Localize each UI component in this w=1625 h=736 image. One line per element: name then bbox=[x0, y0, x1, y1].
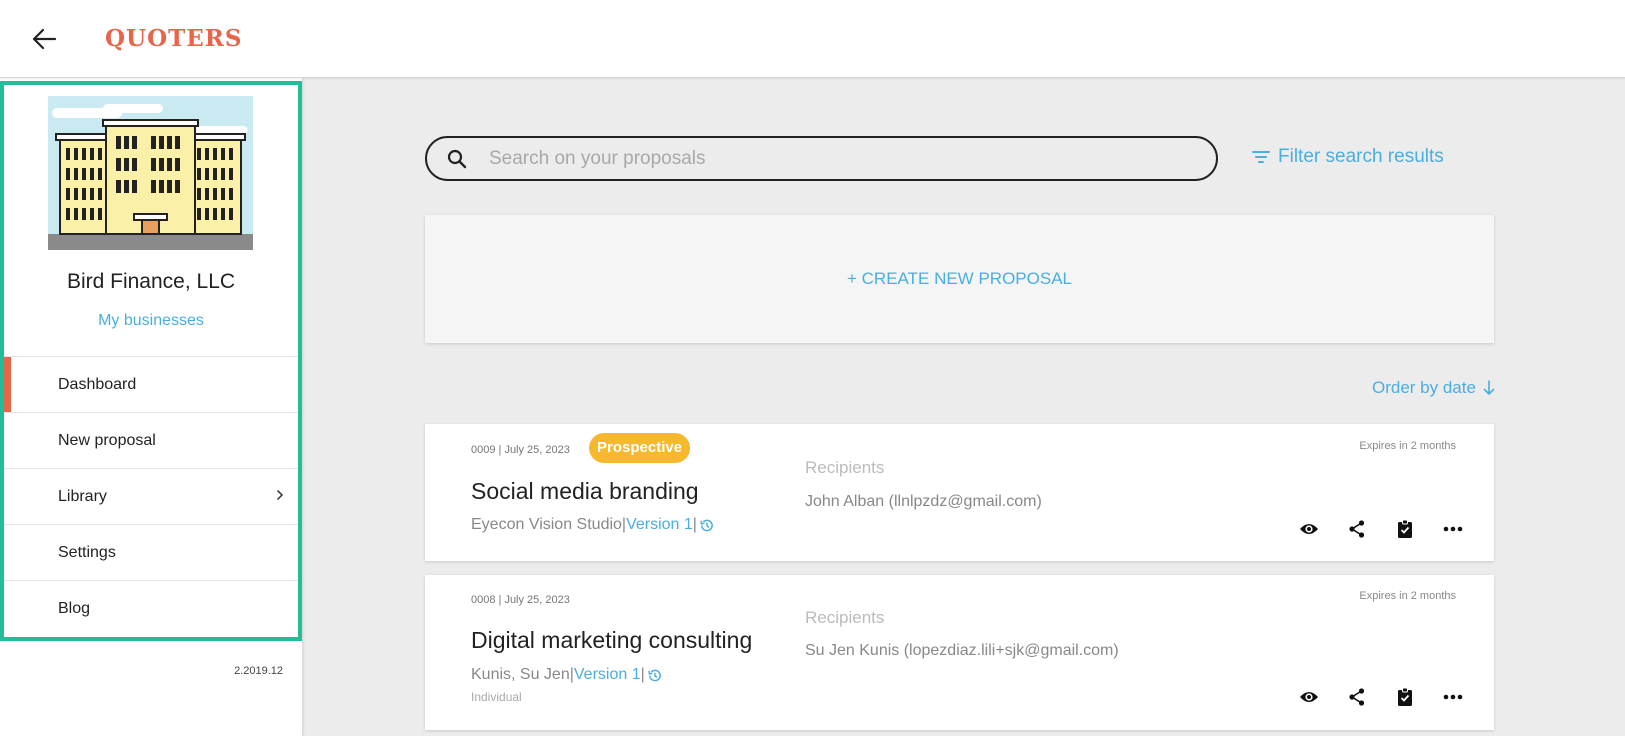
brand-logo[interactable]: QUOTERS bbox=[105, 25, 243, 52]
order-by-date-button[interactable]: Order by date bbox=[1372, 378, 1495, 398]
eye-icon bbox=[1300, 524, 1318, 534]
proposal-client-line: Eyecon Vision Studio | Version 1 | bbox=[471, 516, 714, 534]
business-logo-image bbox=[48, 96, 253, 250]
sidebar-item-label: Blog bbox=[58, 599, 91, 617]
back-button[interactable] bbox=[28, 25, 60, 53]
search-bar bbox=[425, 136, 1218, 181]
sidebar-item-dashboard[interactable]: Dashboard bbox=[4, 356, 298, 412]
arrow-left-icon bbox=[32, 28, 57, 50]
top-bar: QUOTERS bbox=[0, 0, 1625, 78]
expiry-text: Expires in 2 months bbox=[1359, 590, 1456, 602]
separator: | bbox=[640, 666, 645, 683]
proposal-client-line: Kunis, Su Jen | Version 1 | bbox=[471, 666, 662, 684]
sidebar-item-library[interactable]: Library bbox=[4, 468, 298, 524]
more-options-button[interactable] bbox=[1429, 694, 1477, 700]
search-icon bbox=[447, 149, 467, 168]
proposal-title[interactable]: Digital marketing consulting bbox=[471, 627, 752, 654]
sidebar-item-label: Library bbox=[58, 487, 107, 505]
more-horizontal-icon bbox=[1443, 526, 1463, 532]
expiry-text: Expires in 2 months bbox=[1359, 440, 1456, 452]
share-icon bbox=[1349, 520, 1365, 538]
client-name: Kunis, Su Jen bbox=[471, 666, 570, 683]
proposal-meta: 0009 | July 25, 2023 bbox=[471, 444, 570, 456]
sidebar-item-label: Dashboard bbox=[58, 375, 137, 393]
share-icon bbox=[1349, 688, 1365, 706]
filter-icon bbox=[1252, 151, 1270, 163]
order-label: Order by date bbox=[1372, 378, 1476, 397]
sidebar-nav: Dashboard New proposal Library Settings … bbox=[4, 356, 298, 636]
recipients-value: John Alban (llnlpzdz@gmail.com) bbox=[805, 493, 1042, 510]
view-button[interactable] bbox=[1285, 690, 1333, 704]
proposal-card[interactable]: 0009 | July 25, 2023 Prospective Social … bbox=[425, 424, 1494, 561]
filter-search-results-button[interactable]: Filter search results bbox=[1252, 146, 1444, 168]
arrow-down-icon bbox=[1483, 380, 1495, 395]
recipients-label: Recipients bbox=[805, 608, 885, 627]
proposal-card[interactable]: 0008 | July 25, 2023 Digital marketing c… bbox=[425, 575, 1494, 730]
sidebar-item-new-proposal[interactable]: New proposal bbox=[4, 412, 298, 468]
recipients-value: Su Jen Kunis (lopezdiaz.lili+sjk@gmail.c… bbox=[805, 642, 1119, 659]
create-new-proposal-button[interactable]: + CREATE NEW PROPOSAL bbox=[847, 269, 1072, 289]
search-input[interactable] bbox=[489, 147, 1189, 170]
client-type: Individual bbox=[471, 690, 522, 704]
share-button[interactable] bbox=[1333, 520, 1381, 538]
sidebar-item-label: New proposal bbox=[58, 431, 156, 449]
eye-icon bbox=[1300, 692, 1318, 702]
client-name: Eyecon Vision Studio bbox=[471, 516, 622, 533]
sidebar-item-label: Settings bbox=[58, 543, 116, 561]
history-button[interactable] bbox=[699, 518, 714, 533]
version-link[interactable]: Version 1 bbox=[574, 666, 641, 684]
history-icon bbox=[700, 519, 713, 531]
history-icon bbox=[648, 669, 661, 681]
create-proposal-panel: + CREATE NEW PROPOSAL bbox=[425, 215, 1494, 343]
my-businesses-link[interactable]: My businesses bbox=[0, 312, 302, 330]
mark-accepted-button[interactable] bbox=[1381, 688, 1429, 706]
history-button[interactable] bbox=[647, 668, 662, 683]
mark-accepted-button[interactable] bbox=[1381, 520, 1429, 538]
proposal-title[interactable]: Social media branding bbox=[471, 478, 699, 505]
status-badge: Prospective bbox=[589, 433, 691, 463]
proposal-actions bbox=[1285, 688, 1477, 706]
more-horizontal-icon bbox=[1443, 694, 1463, 700]
clipboard-check-icon bbox=[1398, 688, 1412, 706]
sidebar-item-settings[interactable]: Settings bbox=[4, 524, 298, 580]
proposal-meta: 0008 | July 25, 2023 bbox=[471, 594, 570, 606]
filter-label: Filter search results bbox=[1278, 146, 1444, 167]
view-button[interactable] bbox=[1285, 522, 1333, 536]
version-link[interactable]: Version 1 bbox=[626, 516, 693, 534]
business-name: Bird Finance, LLC bbox=[66, 270, 236, 293]
chevron-right-icon bbox=[276, 489, 284, 501]
share-button[interactable] bbox=[1333, 688, 1381, 706]
recipients-label: Recipients bbox=[805, 458, 885, 477]
sidebar-item-blog[interactable]: Blog bbox=[4, 580, 298, 636]
clipboard-check-icon bbox=[1398, 520, 1412, 538]
app-version: 2.2019.12 bbox=[234, 665, 283, 677]
more-options-button[interactable] bbox=[1429, 526, 1477, 532]
proposal-actions bbox=[1285, 520, 1477, 538]
separator: | bbox=[692, 516, 697, 533]
